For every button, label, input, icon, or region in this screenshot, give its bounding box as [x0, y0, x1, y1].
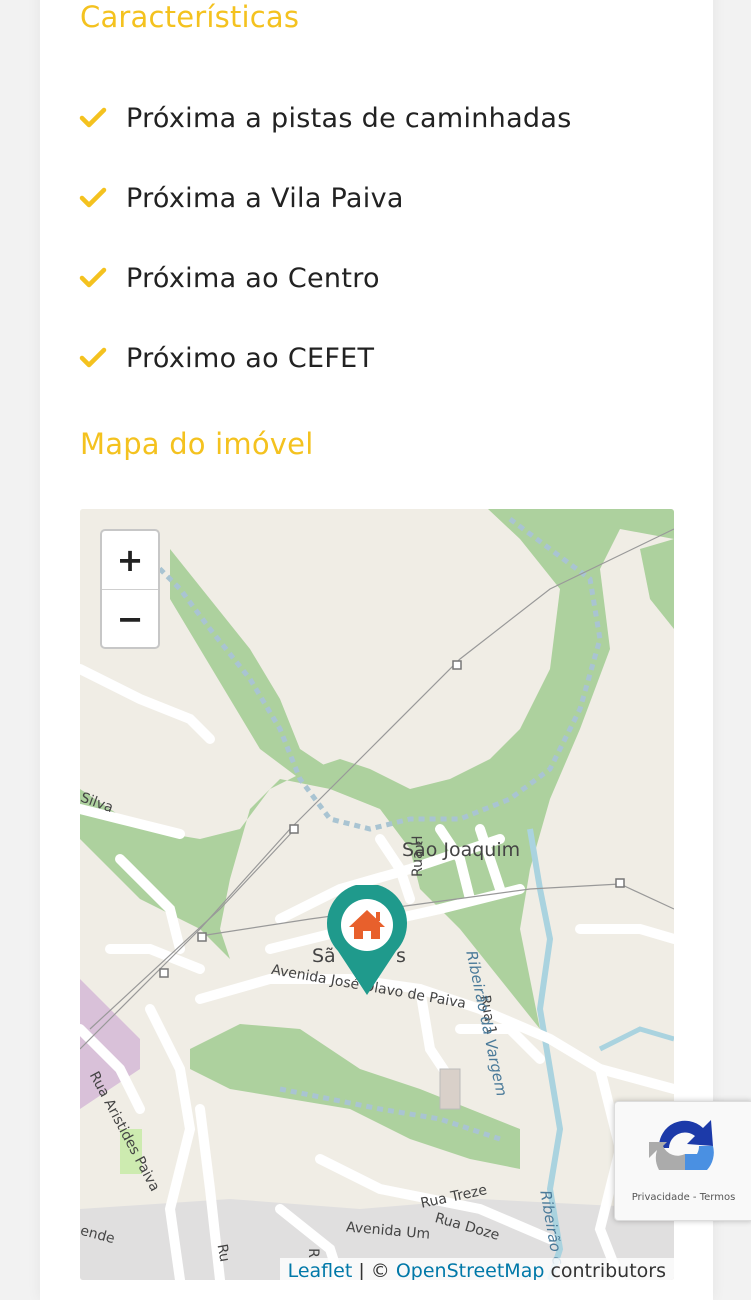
zoom-in-button[interactable]: + [102, 531, 158, 589]
recaptcha-terms-link[interactable]: Termos [700, 1192, 736, 1203]
feature-label: Próxima a Vila Paiva [126, 182, 404, 214]
feature-item: Próxima ao Centro [78, 238, 572, 318]
map-attribution: Leaflet | © OpenStreetMap contributors [279, 1258, 674, 1280]
property-marker[interactable] [326, 885, 408, 997]
map-title: Mapa do imóvel [80, 427, 314, 461]
map-label-r: R [304, 1248, 321, 1258]
feature-item: Próxima a Vila Paiva [78, 158, 572, 238]
recaptcha-separator: - [689, 1192, 700, 1203]
attribution-separator: | © [352, 1260, 396, 1280]
recaptcha-links: Privacidade - Termos [615, 1192, 751, 1203]
check-icon [79, 187, 107, 208]
check-icon [79, 267, 107, 288]
attribution-suffix: contributors [544, 1260, 666, 1280]
features-title: Características [80, 0, 300, 34]
features-list: Próxima a pistas de caminhadas Próxima a… [78, 78, 572, 398]
feature-item: Próximo ao CEFET [78, 318, 572, 398]
recaptcha-icon [649, 1120, 714, 1170]
recaptcha-badge[interactable]: Privacidade - Termos [614, 1101, 751, 1221]
property-map[interactable]: São Joaquim Sã s Rua H Avenida José Olav… [80, 509, 674, 1280]
feature-item: Próxima a pistas de caminhadas [78, 78, 572, 158]
map-label-rua-h: Rua H [410, 835, 426, 877]
zoom-control: + − [100, 529, 160, 649]
zoom-out-button[interactable]: − [102, 589, 158, 647]
feature-label: Próxima ao Centro [126, 262, 380, 294]
feature-label: Próxima a pistas de caminhadas [126, 102, 572, 134]
check-icon [79, 347, 107, 368]
check-icon [79, 107, 107, 128]
recaptcha-privacy-link[interactable]: Privacidade [632, 1192, 690, 1203]
feature-label: Próximo ao CEFET [126, 342, 375, 374]
leaflet-link[interactable]: Leaflet [288, 1260, 353, 1280]
map-label-ru: Ru [213, 1242, 233, 1264]
osm-link[interactable]: OpenStreetMap [396, 1260, 545, 1280]
